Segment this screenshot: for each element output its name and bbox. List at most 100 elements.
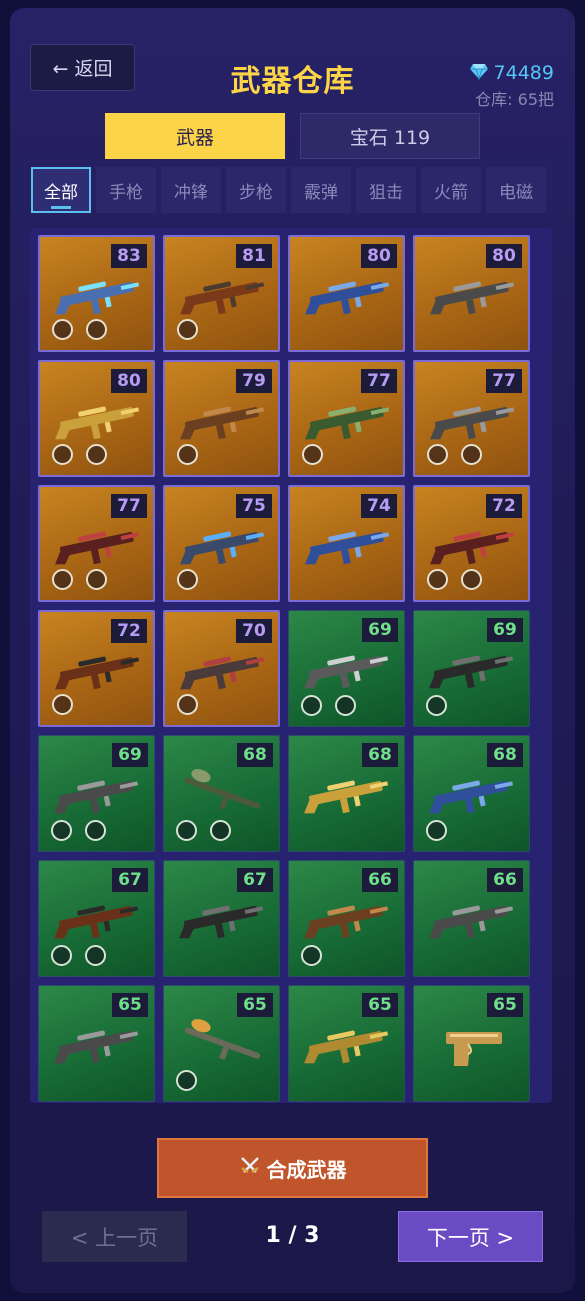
smg-icon (299, 639, 395, 699)
category-tab-all[interactable]: 全部 (31, 167, 91, 213)
gem-slot (426, 695, 447, 716)
storage-count: 仓库: 65把 (475, 90, 554, 109)
category-tab-rifle[interactable]: 步枪 (226, 167, 286, 213)
gem-slot (301, 695, 322, 716)
gem-slot (52, 694, 73, 715)
tab-weapons[interactable]: 武器 (105, 113, 285, 159)
weapon-card[interactable]: 66 (413, 860, 530, 977)
weapon-card[interactable]: 68 (413, 735, 530, 852)
weapon-card[interactable]: 72 (413, 485, 530, 602)
weapon-grid: 83 81 80 80 80 79 77 77 77 75 74 72 72 7… (38, 235, 530, 1102)
category-tab-shotgun[interactable]: 霰弹 (291, 167, 351, 213)
blue-assault-rifle-icon (175, 515, 271, 575)
gem-slots (51, 945, 106, 966)
plasma-rifle-icon (50, 265, 146, 325)
weapon-card[interactable]: 65 (38, 985, 155, 1102)
weapon-card[interactable]: 81 (163, 235, 280, 352)
green-sniper-icon (300, 390, 396, 450)
weapon-card[interactable]: 83 (38, 235, 155, 352)
gem-slot (426, 820, 447, 841)
weapon-card[interactable]: 77 (288, 360, 405, 477)
gem-slots (51, 820, 106, 841)
gem-slots (177, 694, 198, 715)
gem-balance: 74489 (469, 62, 554, 84)
weapon-card[interactable]: 65 (413, 985, 530, 1102)
gem-slots (177, 319, 198, 340)
bronze-shotgun-icon (175, 390, 271, 450)
gem-slots (176, 1070, 197, 1091)
weapon-card[interactable]: 69 (38, 735, 155, 852)
gem-slots (52, 444, 107, 465)
red-shotgun-icon (50, 515, 146, 575)
weapon-card[interactable]: 67 (38, 860, 155, 977)
sniper-rifle-icon (425, 390, 521, 450)
ak-rifle-icon (49, 889, 145, 949)
gem-slot (177, 319, 198, 340)
category-tab-rocket[interactable]: 火箭 (421, 167, 481, 213)
category-tabs: 全部 手枪 冲锋 步枪 霰弹 狙击 火箭 电磁 (31, 167, 546, 213)
gem-slot (52, 569, 73, 590)
blue-smg-icon (424, 764, 520, 824)
gem-slots (52, 694, 73, 715)
rpg-launcher-icon (174, 1014, 270, 1074)
weapon-card[interactable]: 68 (163, 735, 280, 852)
shotgun-icon (175, 265, 271, 325)
category-tab-pistol[interactable]: 手枪 (96, 167, 156, 213)
tab-gems-label: 宝石 119 (349, 126, 431, 149)
weapon-card[interactable]: 80 (413, 235, 530, 352)
rocket-launcher-icon (174, 764, 270, 824)
weapon-card[interactable]: 77 (38, 485, 155, 602)
weapon-card[interactable]: 69 (413, 610, 530, 727)
weapon-card[interactable]: 75 (163, 485, 280, 602)
gem-slot (302, 444, 323, 465)
gem-slots (52, 569, 107, 590)
sniper-rifle-icon (49, 764, 145, 824)
gem-slot (86, 444, 107, 465)
red-shotgun-icon (425, 515, 521, 575)
weapon-card[interactable]: 77 (413, 360, 530, 477)
gem-slot (177, 444, 198, 465)
weapon-card[interactable]: 65 (163, 985, 280, 1102)
gem-slots (427, 569, 482, 590)
weapon-card[interactable]: 74 (288, 485, 405, 602)
tab-weapons-label: 武器 (175, 126, 214, 149)
golden-pistol-icon (424, 1014, 520, 1074)
weapon-card[interactable]: 69 (288, 610, 405, 727)
tab-gems[interactable]: 宝石 119 (300, 113, 480, 159)
weapon-card[interactable]: 80 (288, 235, 405, 352)
gem-slot (85, 945, 106, 966)
forge-weapon-button[interactable]: 合成武器 (157, 1138, 428, 1198)
weapon-card[interactable]: 70 (163, 610, 280, 727)
weapon-card[interactable]: 80 (38, 360, 155, 477)
sniper-rifle-icon (49, 1014, 145, 1074)
weapon-card[interactable]: 65 (288, 985, 405, 1102)
category-tab-smg[interactable]: 冲锋 (161, 167, 221, 213)
crossed-swords-icon (239, 1156, 261, 1181)
gem-slot (461, 569, 482, 590)
next-page-button[interactable]: 下一页 > (398, 1211, 543, 1262)
category-tab-railgun[interactable]: 电磁 (486, 167, 546, 213)
gem-slot (461, 444, 482, 465)
gem-slots (177, 569, 198, 590)
category-tab-sniper[interactable]: 狙击 (356, 167, 416, 213)
sniper-rifle-icon (424, 889, 520, 949)
weapon-card[interactable]: 72 (38, 610, 155, 727)
gem-slots (426, 820, 447, 841)
gem-slot (427, 569, 448, 590)
golden-rifle-icon (299, 764, 395, 824)
blue-smg-icon (300, 265, 396, 325)
weapon-card[interactable]: 79 (163, 360, 280, 477)
golden-smg-icon (299, 1014, 395, 1074)
gem-slots (301, 695, 356, 716)
gem-slots (301, 945, 322, 966)
gem-slot (177, 694, 198, 715)
gem-slot (176, 820, 197, 841)
scoped-rifle-icon (175, 640, 271, 700)
diamond-icon (469, 63, 489, 84)
golden-rifle-icon (50, 390, 146, 450)
weapon-card[interactable]: 68 (288, 735, 405, 852)
gem-slot (177, 569, 198, 590)
weapon-card[interactable]: 66 (288, 860, 405, 977)
weapon-card[interactable]: 67 (163, 860, 280, 977)
gem-slots (52, 319, 107, 340)
